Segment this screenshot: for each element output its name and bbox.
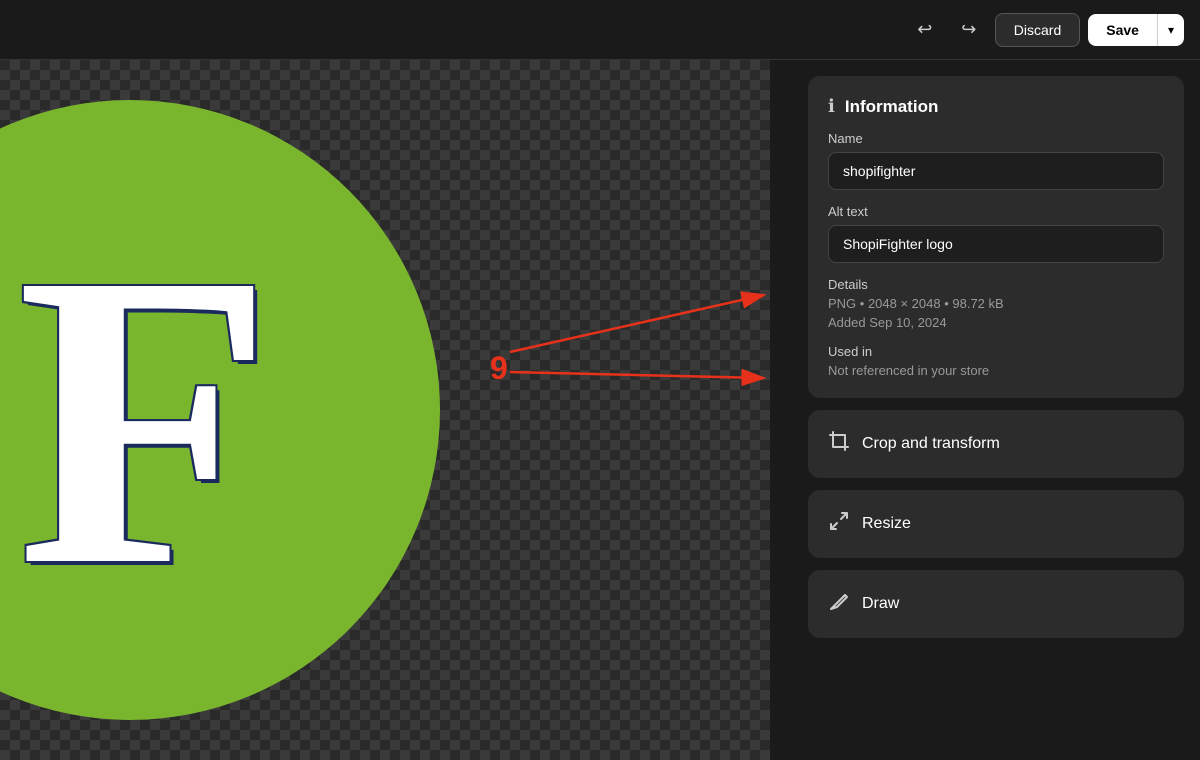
info-icon: ℹ — [828, 96, 835, 117]
crop-transform-card[interactable]: Crop and transform — [808, 410, 1184, 478]
undo-button[interactable]: ↩ — [907, 12, 943, 48]
alt-text-input[interactable] — [828, 225, 1164, 263]
details-section: Details PNG • 2048 × 2048 • 98.72 kB Add… — [828, 277, 1164, 330]
used-in-value: Not referenced in your store — [828, 363, 1164, 378]
name-label: Name — [828, 131, 1164, 146]
topbar: ↩ ↪ Discard Save ▾ — [0, 0, 1200, 60]
crop-icon — [828, 430, 850, 458]
redo-icon: ↪ — [961, 19, 976, 40]
information-card: ℹ Information Name Alt text Details PNG … — [808, 76, 1184, 398]
chevron-down-icon: ▾ — [1168, 23, 1174, 37]
resize-label: Resize — [862, 515, 911, 533]
save-button-group: Save ▾ — [1088, 14, 1184, 46]
used-in-label: Used in — [828, 344, 1164, 359]
annotation-number-9: 9 — [490, 350, 508, 387]
used-in-section: Used in Not referenced in your store — [828, 344, 1164, 378]
undo-icon: ↩ — [917, 19, 932, 40]
discard-button[interactable]: Discard — [995, 13, 1080, 47]
draw-card[interactable]: Draw — [808, 570, 1184, 638]
info-title: Information — [845, 97, 939, 117]
details-label: Details — [828, 277, 1164, 292]
name-input[interactable] — [828, 152, 1164, 190]
info-header: ℹ Information — [828, 96, 1164, 117]
canvas-area: F 9 — [0, 60, 770, 760]
draw-icon — [828, 590, 850, 618]
logo-letter: F — [17, 210, 274, 630]
details-line2: Added Sep 10, 2024 — [828, 315, 1164, 330]
draw-label: Draw — [862, 595, 899, 613]
save-dropdown-button[interactable]: ▾ — [1157, 14, 1184, 46]
resize-icon — [828, 510, 850, 538]
details-line1: PNG • 2048 × 2048 • 98.72 kB — [828, 296, 1164, 311]
alt-text-field-group: Alt text — [828, 204, 1164, 263]
name-field-group: Name — [828, 131, 1164, 190]
resize-card[interactable]: Resize — [808, 490, 1184, 558]
crop-transform-label: Crop and transform — [862, 435, 1000, 453]
save-button[interactable]: Save — [1088, 14, 1157, 46]
redo-button[interactable]: ↪ — [951, 12, 987, 48]
right-panel: ℹ Information Name Alt text Details PNG … — [792, 60, 1200, 760]
alt-text-label: Alt text — [828, 204, 1164, 219]
